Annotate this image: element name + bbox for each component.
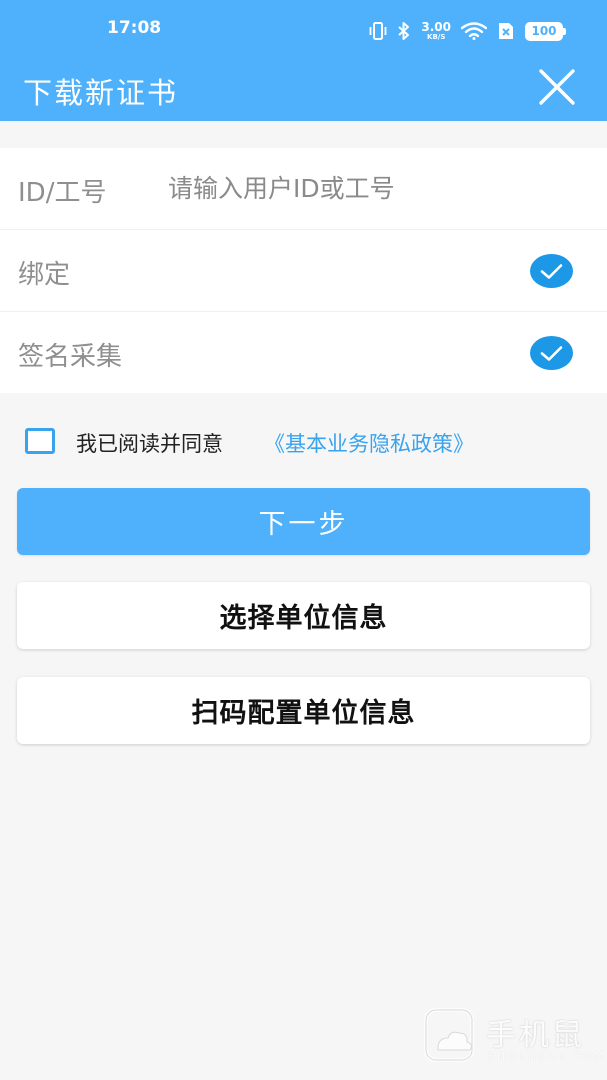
watermark-logo-icon	[424, 1008, 480, 1068]
page-title: 下载新证书	[23, 76, 179, 110]
status-bar: 17:08 3.00 KB/S 100	[0, 0, 607, 60]
sign-label: 签名采集	[18, 342, 123, 372]
app-header: 17:08 3.00 KB/S 100 下载新证书	[0, 0, 607, 121]
bind-label: 绑定	[18, 260, 71, 290]
watermark: 手机鼠 SHOUJISHU.COM	[424, 1008, 603, 1068]
network-speed-unit: KB/S	[427, 33, 446, 41]
watermark-en: SHOUJISHU.COM	[488, 1050, 606, 1063]
network-speed-value: 3.00	[421, 20, 451, 34]
status-time: 17:08	[107, 18, 162, 38]
status-icons: 3.00 KB/S 100	[369, 19, 566, 43]
next-button[interactable]: 下一步	[17, 488, 590, 555]
network-speed: 3.00 KB/S	[421, 21, 451, 41]
wifi-icon	[461, 22, 487, 40]
bluetooth-icon	[397, 21, 411, 41]
scan-unit-button[interactable]: 扫码配置单位信息	[17, 677, 590, 744]
id-row: ID/工号	[0, 148, 607, 230]
bind-check-icon[interactable]	[530, 254, 573, 288]
id-input[interactable]	[168, 166, 568, 210]
agree-checkbox[interactable]	[25, 428, 55, 454]
id-label: ID/工号	[18, 178, 107, 208]
vibrate-icon	[369, 21, 387, 41]
agreement-row: 我已阅读并同意 《基本业务隐私政策》	[0, 420, 607, 464]
certificate-form: ID/工号 绑定 签名采集	[0, 148, 607, 393]
select-unit-button[interactable]: 选择单位信息	[17, 582, 590, 649]
agree-text: 我已阅读并同意	[76, 432, 223, 456]
battery-icon: 100	[525, 21, 566, 41]
watermark-cn: 手机鼠	[486, 1018, 585, 1053]
bind-row: 绑定	[0, 230, 607, 312]
privacy-policy-link[interactable]: 《基本业务隐私政策》	[264, 428, 474, 458]
sim-icon	[497, 21, 515, 41]
sign-row: 签名采集	[0, 312, 607, 394]
sign-check-icon[interactable]	[530, 336, 573, 370]
close-icon[interactable]	[536, 66, 578, 108]
